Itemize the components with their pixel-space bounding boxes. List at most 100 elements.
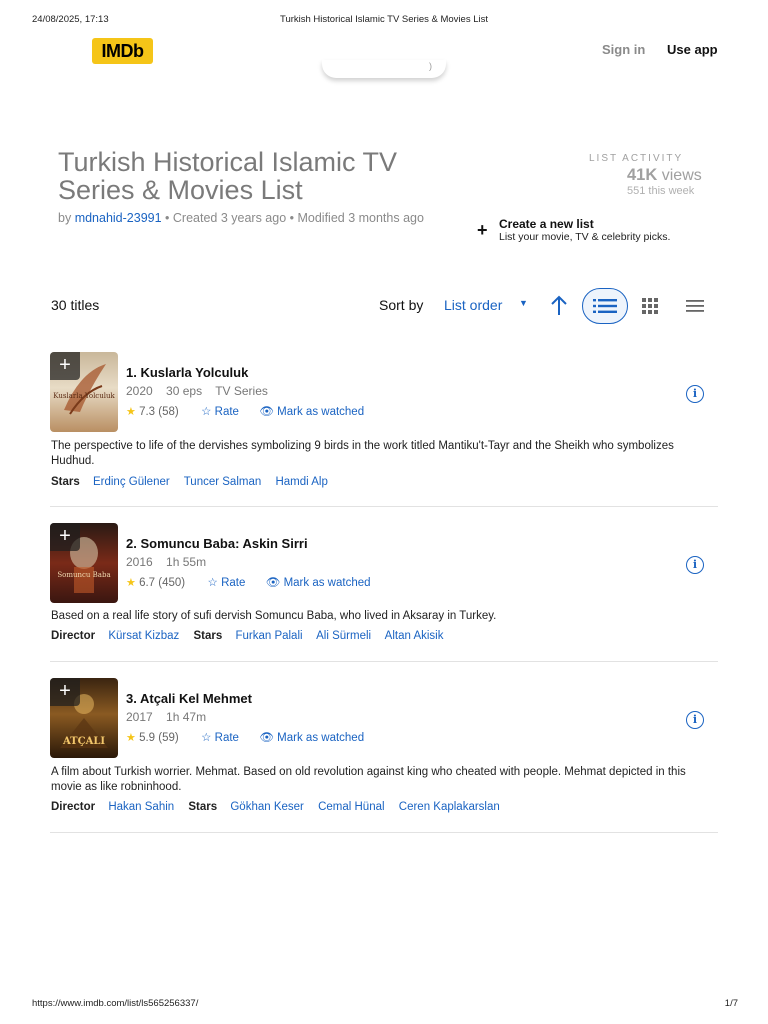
star-icon: ★ — [126, 732, 136, 744]
item-credits: Director Kürsat Kizbaz Stars Furkan Pala… — [51, 630, 454, 642]
views-number: 41K — [627, 166, 658, 184]
item-meta: 2017 1h 47m — [126, 710, 216, 724]
director-link[interactable]: Kürsat Kizbaz — [108, 630, 179, 642]
item-description: A film about Turkish worrier. Mehmat. Ba… — [51, 766, 686, 793]
star-outline-icon: ☆ — [201, 732, 212, 744]
mark-watched-button[interactable]: 👁 Mark as watched — [259, 406, 364, 418]
info-icon[interactable]: i — [686, 385, 704, 403]
item-credits: Stars Erdinç Gülener Tuncer Salman Hamdi… — [51, 476, 339, 488]
sort-select[interactable]: List order — [444, 297, 502, 313]
poster-title-text: ATÇALI — [62, 736, 106, 747]
item-duration: 1h 47m — [166, 710, 207, 724]
eye-icon: 👁 — [259, 406, 274, 418]
rating-votes: (450) — [158, 577, 186, 589]
rate-button[interactable]: ☆ Rate — [201, 406, 239, 418]
star-icon: ★ — [126, 577, 136, 589]
item-credits: Director Hakan Sahin Stars Gökhan Keser … — [51, 801, 511, 813]
divider — [50, 506, 718, 507]
eye-icon: 👁 — [265, 577, 281, 589]
star-link[interactable]: Tuncer Salman — [184, 476, 262, 488]
info-icon[interactable]: i — [686, 556, 704, 574]
star-link[interactable]: Ceren Kaplakarslan — [399, 801, 500, 813]
title-count: 30 titles — [51, 297, 100, 313]
create-list-subtitle: List your movie, TV & celebrity picks. — [499, 231, 671, 243]
poster-image[interactable]: + Somuncu Baba — [50, 523, 118, 603]
rating-value: 7.3 — [139, 406, 156, 418]
item-year: 2017 — [126, 710, 153, 724]
use-app-link[interactable]: Use app — [667, 42, 718, 57]
item-duration: 1h 55m — [166, 555, 207, 569]
sign-in-link[interactable]: Sign in — [602, 42, 645, 57]
poster-image[interactable]: + Kuslarla Yolculuk — [50, 352, 118, 432]
star-outline-icon: ☆ — [201, 406, 212, 418]
item-title[interactable]: 3. Atçali Kel Mehmet — [126, 691, 252, 706]
mark-watched-button[interactable]: 👁 Mark as watched — [259, 732, 364, 744]
mark-watched-button[interactable]: 👁 Mark as watched — [266, 577, 371, 589]
item-description: The perspective to life of the dervishes… — [51, 440, 674, 467]
author-link[interactable]: mdnahid-23991 — [75, 211, 162, 225]
star-link[interactable]: Ali Sürmeli — [316, 630, 371, 642]
plus-icon[interactable]: + — [50, 678, 80, 706]
star-outline-icon: ☆ — [207, 577, 218, 589]
rate-label: Rate — [221, 577, 246, 589]
nav-dropdown-pill[interactable]: ) — [322, 60, 446, 78]
star-link[interactable]: Furkan Palali — [235, 630, 302, 642]
grid-view-icon[interactable] — [640, 297, 660, 315]
star-link[interactable]: Gökhan Keser — [230, 801, 304, 813]
chevron-icon: ) — [429, 61, 432, 71]
info-icon[interactable]: i — [686, 711, 704, 729]
caret-down-icon[interactable]: ▼ — [519, 298, 528, 308]
divider — [50, 661, 718, 662]
mark-watched-label: Mark as watched — [277, 406, 365, 418]
item-rating-row: ★ 5.9 (59) ☆ Rate 👁 Mark as watched — [126, 730, 364, 744]
rate-label: Rate — [214, 406, 239, 418]
stars-label: Stars — [188, 801, 218, 813]
stars-label: Stars — [193, 630, 223, 642]
rating-votes: (59) — [158, 732, 179, 744]
item-year: 2020 — [126, 384, 153, 398]
mark-watched-label: Mark as watched — [283, 577, 371, 589]
director-link[interactable]: Hakan Sahin — [108, 801, 174, 813]
director-label: Director — [51, 801, 96, 813]
list-dates: • Created 3 years ago • Modified 3 month… — [161, 211, 424, 225]
rate-button[interactable]: ☆ Rate — [201, 732, 239, 744]
rate-label: Rate — [214, 732, 239, 744]
eye-icon: 👁 — [259, 732, 274, 744]
item-rating-row: ★ 7.3 (58) ☆ Rate 👁 Mark as watched — [126, 404, 364, 418]
plus-icon[interactable]: + — [477, 221, 488, 239]
rating-votes: (58) — [158, 406, 179, 418]
arrow-up-icon[interactable] — [548, 294, 570, 318]
plus-icon[interactable]: + — [50, 523, 80, 551]
star-link[interactable]: Hamdi Alp — [275, 476, 327, 488]
rating-value: 5.9 — [139, 732, 156, 744]
poster-title-text: Somuncu Baba — [57, 571, 111, 579]
divider — [50, 832, 718, 833]
poster-title-text: Kuslarla Yolculuk — [53, 392, 115, 400]
item-title[interactable]: 1. Kuslarla Yolculuk — [126, 365, 248, 380]
item-meta: 2016 1h 55m — [126, 555, 216, 569]
star-link[interactable]: Altan Akisik — [385, 630, 444, 642]
item-year: 2016 — [126, 555, 153, 569]
plus-icon[interactable]: + — [50, 352, 80, 380]
list-item: + Kuslarla Yolculuk 1. Kuslarla Yolculuk… — [50, 352, 718, 508]
star-icon: ★ — [126, 406, 136, 418]
rate-button[interactable]: ☆ Rate — [208, 577, 246, 589]
compact-view-icon[interactable] — [684, 297, 708, 315]
list-item: + ATÇALI 3. Atçali Kel Mehmet 2017 1h 47… — [50, 678, 718, 834]
print-title: Turkish Historical Islamic TV Series & M… — [280, 14, 488, 25]
sort-by-label: Sort by — [379, 297, 424, 313]
print-page-number: 1/7 — [724, 998, 738, 1009]
create-list-link[interactable]: Create a new list — [499, 217, 594, 231]
poster-image[interactable]: + ATÇALI — [50, 678, 118, 758]
item-title[interactable]: 2. Somuncu Baba: Askin Sirri — [126, 536, 308, 551]
list-title: Turkish Historical Islamic TV Series & M… — [58, 147, 398, 205]
by-label: by — [58, 211, 72, 225]
item-duration: 30 eps — [166, 384, 203, 398]
item-rating-row: ★ 6.7 (450) ☆ Rate 👁 Mark as watched — [126, 575, 371, 589]
list-activity-label: LIST ACTIVITY — [589, 153, 684, 164]
list-view-icon[interactable] — [582, 288, 628, 324]
star-link[interactable]: Cemal Hünal — [318, 801, 384, 813]
star-link[interactable]: Erdinç Gülener — [93, 476, 170, 488]
imdb-logo[interactable]: IMDb — [92, 38, 153, 64]
item-meta: 2020 30 eps TV Series — [126, 384, 278, 398]
